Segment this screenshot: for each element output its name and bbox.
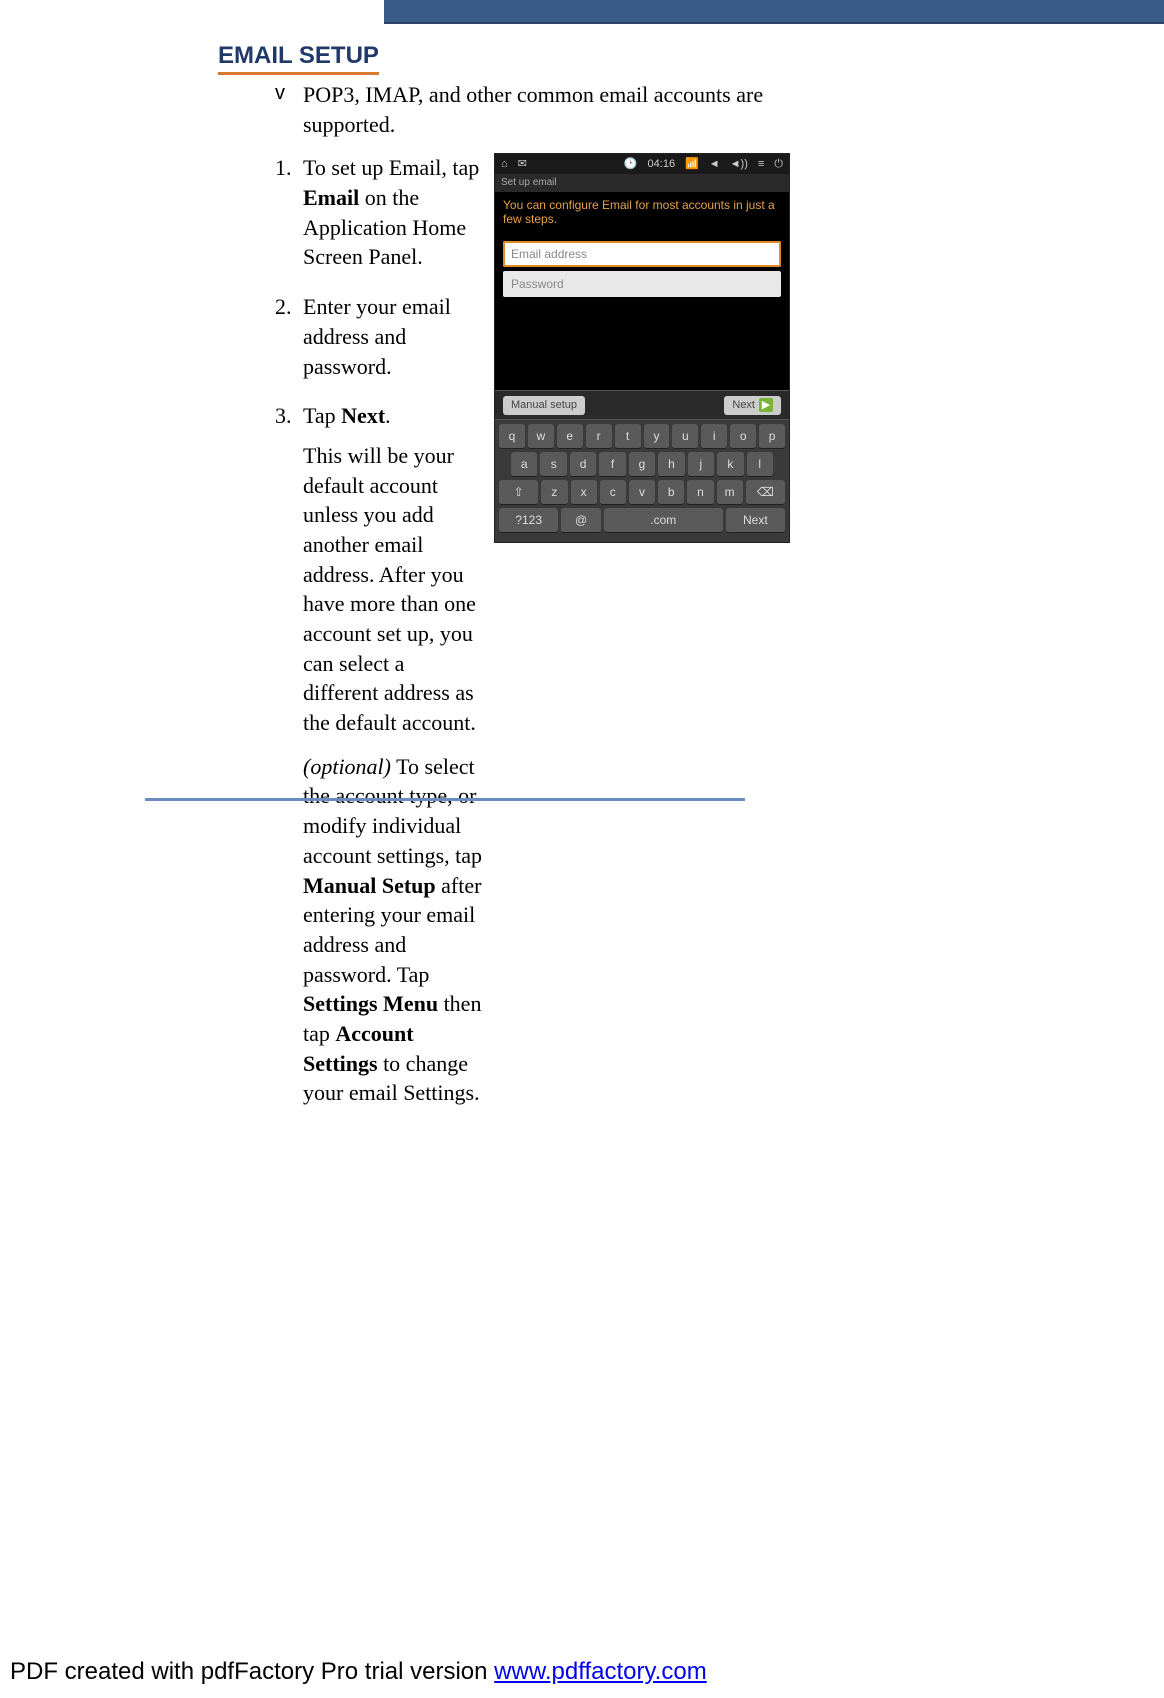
key[interactable]: j [688, 452, 714, 477]
footer-text: PDF created with pdfFactory Pro trial ve… [10, 1658, 494, 1685]
bold-text: Settings Menu [303, 991, 438, 1016]
italic-text: (optional) [303, 754, 391, 779]
key[interactable]: k [717, 452, 743, 477]
at-key[interactable]: @ [561, 508, 601, 533]
bullet-text: POP3, IMAP, and other common email accou… [303, 80, 790, 139]
key[interactable]: c [600, 480, 626, 505]
phone-keyboard: q w e r t y u i o p a s d f g h [495, 420, 789, 542]
next-arrow-icon: ▶ [759, 398, 773, 412]
key[interactable]: y [644, 424, 670, 449]
key[interactable]: s [540, 452, 566, 477]
shift-key[interactable]: ⇧ [499, 480, 538, 505]
key[interactable]: m [717, 480, 743, 505]
pdf-footer: PDF created with pdfFactory Pro trial ve… [10, 1658, 707, 1686]
text: . [385, 403, 391, 428]
text: Tap [303, 403, 341, 428]
key[interactable]: u [672, 424, 698, 449]
text: To set up Email, tap [303, 155, 479, 180]
key[interactable]: b [658, 480, 684, 505]
phone-screenshot: ⌂ ✉ 🕑 04:16 📶 ◄ ◄)) ≡ ⏻ Set up email You… [494, 153, 790, 543]
key[interactable]: e [557, 424, 583, 449]
step-number: 1. [275, 153, 303, 282]
key[interactable]: g [629, 452, 655, 477]
speaker-icon: ◄)) [730, 157, 748, 172]
home-icon: ⌂ [501, 157, 508, 172]
key[interactable]: h [658, 452, 684, 477]
section-heading: EMAIL SETUP [218, 42, 379, 75]
key[interactable]: p [759, 424, 785, 449]
key[interactable]: v [629, 480, 655, 505]
bold-text: Email [303, 185, 359, 210]
next-button[interactable]: Next ▶ [724, 396, 781, 415]
step-text: Tap Next. This will be your default acco… [303, 401, 482, 1108]
header-band [384, 0, 1164, 24]
backspace-key[interactable]: ⌫ [746, 480, 785, 505]
key[interactable]: l [747, 452, 773, 477]
step-text: To set up Email, tap Email on the Applic… [303, 153, 482, 272]
step-text: Enter your email address and password. [303, 292, 482, 381]
menu-icon: ≡ [758, 157, 764, 172]
dotcom-key[interactable]: .com [604, 508, 723, 533]
phone-instruction: You can configure Email for most account… [495, 192, 789, 237]
step-3: 3. Tap Next. This will be your default a… [275, 401, 482, 1108]
step-number: 3. [275, 401, 303, 1108]
key[interactable]: a [511, 452, 537, 477]
status-time: 04:16 [648, 157, 676, 172]
key[interactable]: o [730, 424, 756, 449]
key[interactable]: w [528, 424, 554, 449]
phone-statusbar: ⌂ ✉ 🕑 04:16 📶 ◄ ◄)) ≡ ⏻ [495, 154, 789, 174]
power-icon: ⏻ [774, 157, 783, 172]
key[interactable]: r [586, 424, 612, 449]
key[interactable]: i [701, 424, 727, 449]
key[interactable]: z [541, 480, 567, 505]
key[interactable]: q [499, 424, 525, 449]
next-button-label: Next [732, 398, 755, 413]
bold-text: Next [341, 403, 385, 428]
bullet-item: v POP3, IMAP, and other common email acc… [275, 80, 790, 139]
key[interactable]: d [570, 452, 596, 477]
content-area: v POP3, IMAP, and other common email acc… [275, 80, 790, 1118]
phone-subtitle: Set up email [495, 174, 789, 192]
divider [145, 798, 745, 801]
optional-paragraph: (optional) To select the account type, o… [303, 752, 482, 1108]
step-number: 2. [275, 292, 303, 391]
bullet-mark: v [275, 80, 303, 139]
key[interactable]: x [571, 480, 597, 505]
clock-icon: 🕑 [624, 157, 638, 172]
step-3-followup: This will be your default account unless… [303, 441, 482, 738]
password-field[interactable]: Password [503, 271, 781, 297]
back-icon: ◄ [709, 157, 720, 172]
step-2: 2. Enter your email address and password… [275, 292, 482, 391]
footer-link[interactable]: www.pdffactory.com [494, 1658, 707, 1685]
bold-text: Manual Setup [303, 873, 436, 898]
key[interactable]: n [687, 480, 713, 505]
email-field[interactable]: Email address [503, 241, 781, 267]
symbols-key[interactable]: ?123 [499, 508, 558, 533]
step-1: 1. To set up Email, tap Email on the App… [275, 153, 482, 282]
phone-button-row: Manual setup Next ▶ [495, 390, 789, 420]
mail-icon: ✉ [518, 157, 527, 172]
manual-setup-button[interactable]: Manual setup [503, 396, 585, 415]
key[interactable]: t [615, 424, 641, 449]
key[interactable]: f [599, 452, 625, 477]
wifi-icon: 📶 [685, 157, 699, 172]
next-key[interactable]: Next [726, 508, 785, 533]
